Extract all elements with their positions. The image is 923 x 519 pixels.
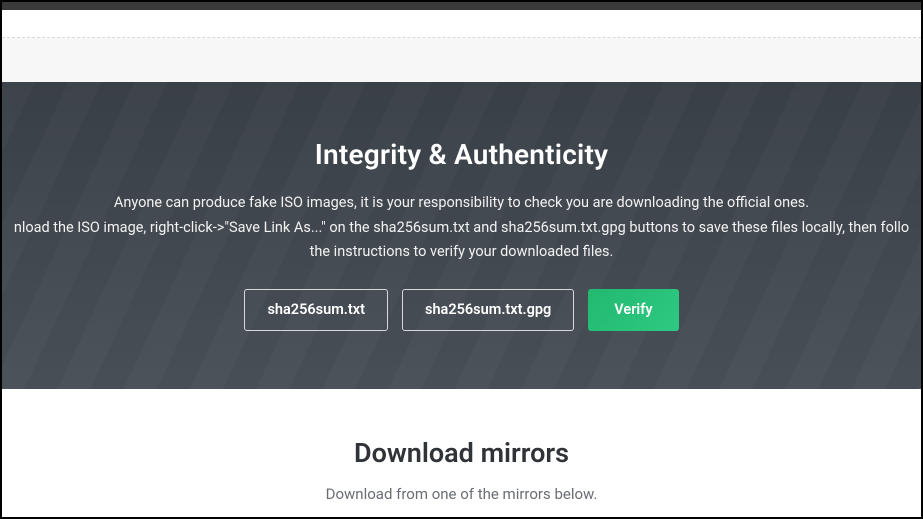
verify-button[interactable]: Verify [588,289,678,331]
mirrors-title: Download mirrors [2,437,921,469]
integrity-line-3: the instructions to verify your download… [2,240,921,265]
integrity-line-1: Anyone can produce fake ISO images, it i… [2,191,921,216]
mirrors-section: Download mirrors Download from one of th… [2,389,921,503]
integrity-line-2: nload the ISO image, right-click->"Save … [2,216,921,241]
window-top-bar [2,2,921,10]
integrity-description: Anyone can produce fake ISO images, it i… [2,191,921,265]
header-spacer [2,10,921,38]
integrity-button-row: sha256sum.txt sha256sum.txt.gpg Verify [2,289,921,331]
sha256sum-txt-button[interactable]: sha256sum.txt [244,289,388,331]
mirrors-subtitle: Download from one of the mirrors below. [2,485,921,503]
gap-spacer [2,38,921,82]
sha256sum-txt-gpg-button[interactable]: sha256sum.txt.gpg [402,289,574,331]
integrity-section: Integrity & Authenticity Anyone can prod… [2,82,921,389]
integrity-title: Integrity & Authenticity [2,138,921,171]
